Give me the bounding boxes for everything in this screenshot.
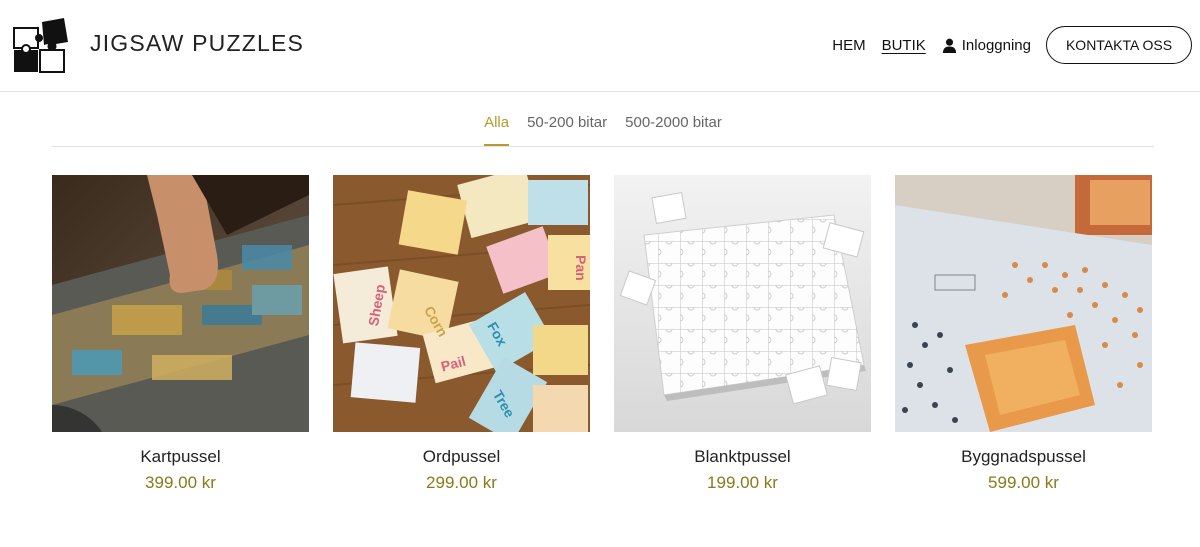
product-image[interactable]: Sheep Corn Fox Pail Pan Tree: [333, 175, 590, 432]
product-name[interactable]: Byggnadspussel: [895, 447, 1152, 467]
user-icon: [942, 38, 956, 53]
product-price: 599.00 kr: [988, 473, 1059, 492]
product-card[interactable]: Sheep Corn Fox Pail Pan Tree Ordpussel 2…: [333, 175, 590, 493]
product-image[interactable]: [895, 175, 1152, 432]
svg-text:Pan: Pan: [573, 255, 589, 281]
product-price: 399.00 kr: [145, 473, 216, 492]
site-header: JIGSAW PUZZLES HEM BUTIK Inloggning KONT…: [0, 0, 1200, 92]
map-puzzle-photo: [52, 175, 309, 432]
product-price: 199.00 kr: [707, 473, 778, 492]
main-nav: HEM BUTIK Inloggning KONTAKTA OSS: [832, 26, 1192, 64]
product-price: 299.00 kr: [426, 473, 497, 492]
product-card[interactable]: Byggnadspussel 599.00 kr: [895, 175, 1152, 493]
product-card[interactable]: Kartpussel 399.00 kr: [52, 175, 309, 493]
word-puzzle-photo: Sheep Corn Fox Pail Pan Tree: [333, 175, 590, 432]
product-name[interactable]: Blanktpussel: [614, 447, 871, 467]
site-brand[interactable]: JIGSAW PUZZLES: [90, 30, 304, 57]
filter-50-200[interactable]: 50-200 bitar: [527, 106, 607, 146]
nav-home[interactable]: HEM: [832, 37, 865, 54]
product-grid: Kartpussel 399.00 kr Sheep Corn Fox Pail…: [52, 175, 1152, 493]
category-filters: Alla 50-200 bitar 500-2000 bitar: [52, 106, 1154, 147]
product-name[interactable]: Kartpussel: [52, 447, 309, 467]
building-puzzle-photo: [895, 175, 1152, 432]
product-image[interactable]: [614, 175, 871, 432]
login-link[interactable]: Inloggning: [942, 37, 1031, 54]
login-label: Inloggning: [961, 36, 1031, 54]
product-name[interactable]: Ordpussel: [333, 447, 590, 467]
product-image[interactable]: [52, 175, 309, 432]
product-card[interactable]: Blanktpussel 199.00 kr: [614, 175, 871, 493]
nav-shop[interactable]: BUTIK: [882, 37, 926, 54]
filter-all[interactable]: Alla: [484, 106, 510, 146]
filter-500-2000[interactable]: 500-2000 bitar: [625, 106, 722, 146]
blank-puzzle-photo: [614, 175, 871, 432]
puzzle-logo-icon[interactable]: [12, 16, 72, 74]
contact-button[interactable]: KONTAKTA OSS: [1046, 26, 1192, 64]
